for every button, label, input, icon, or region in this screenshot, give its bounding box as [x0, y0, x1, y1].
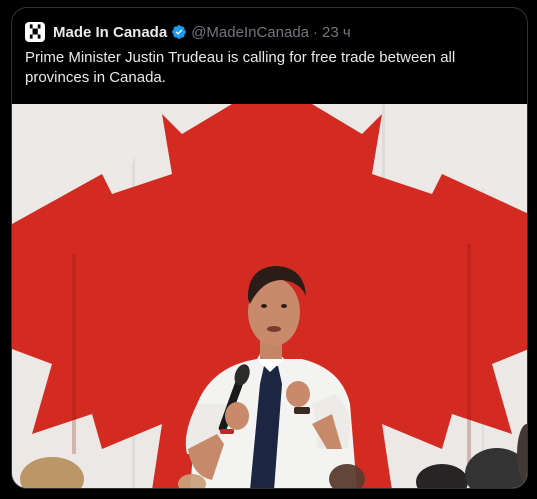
display-name[interactable]: Made In Canada	[53, 24, 167, 41]
timestamp[interactable]: 23 ч	[322, 24, 351, 41]
separator-dot: ·	[313, 23, 319, 41]
verified-badge-icon	[172, 25, 187, 39]
tweet-header: ▚▞ ▞▚ Made In Canada @MadeInCanada · 23 ч	[25, 20, 351, 44]
user-handle[interactable]: @MadeInCanada	[191, 24, 309, 41]
avatar-logo: ▚▞ ▞▚	[29, 25, 41, 39]
photo-image	[12, 104, 527, 488]
avatar[interactable]: ▚▞ ▞▚	[25, 22, 45, 42]
tweet-text: Prime Minister Justin Trudeau is calling…	[25, 49, 456, 86]
tweet-photo[interactable]	[12, 104, 527, 488]
tweet-card[interactable]: ▚▞ ▞▚ Made In Canada @MadeInCanada · 23 ч…	[11, 7, 528, 489]
